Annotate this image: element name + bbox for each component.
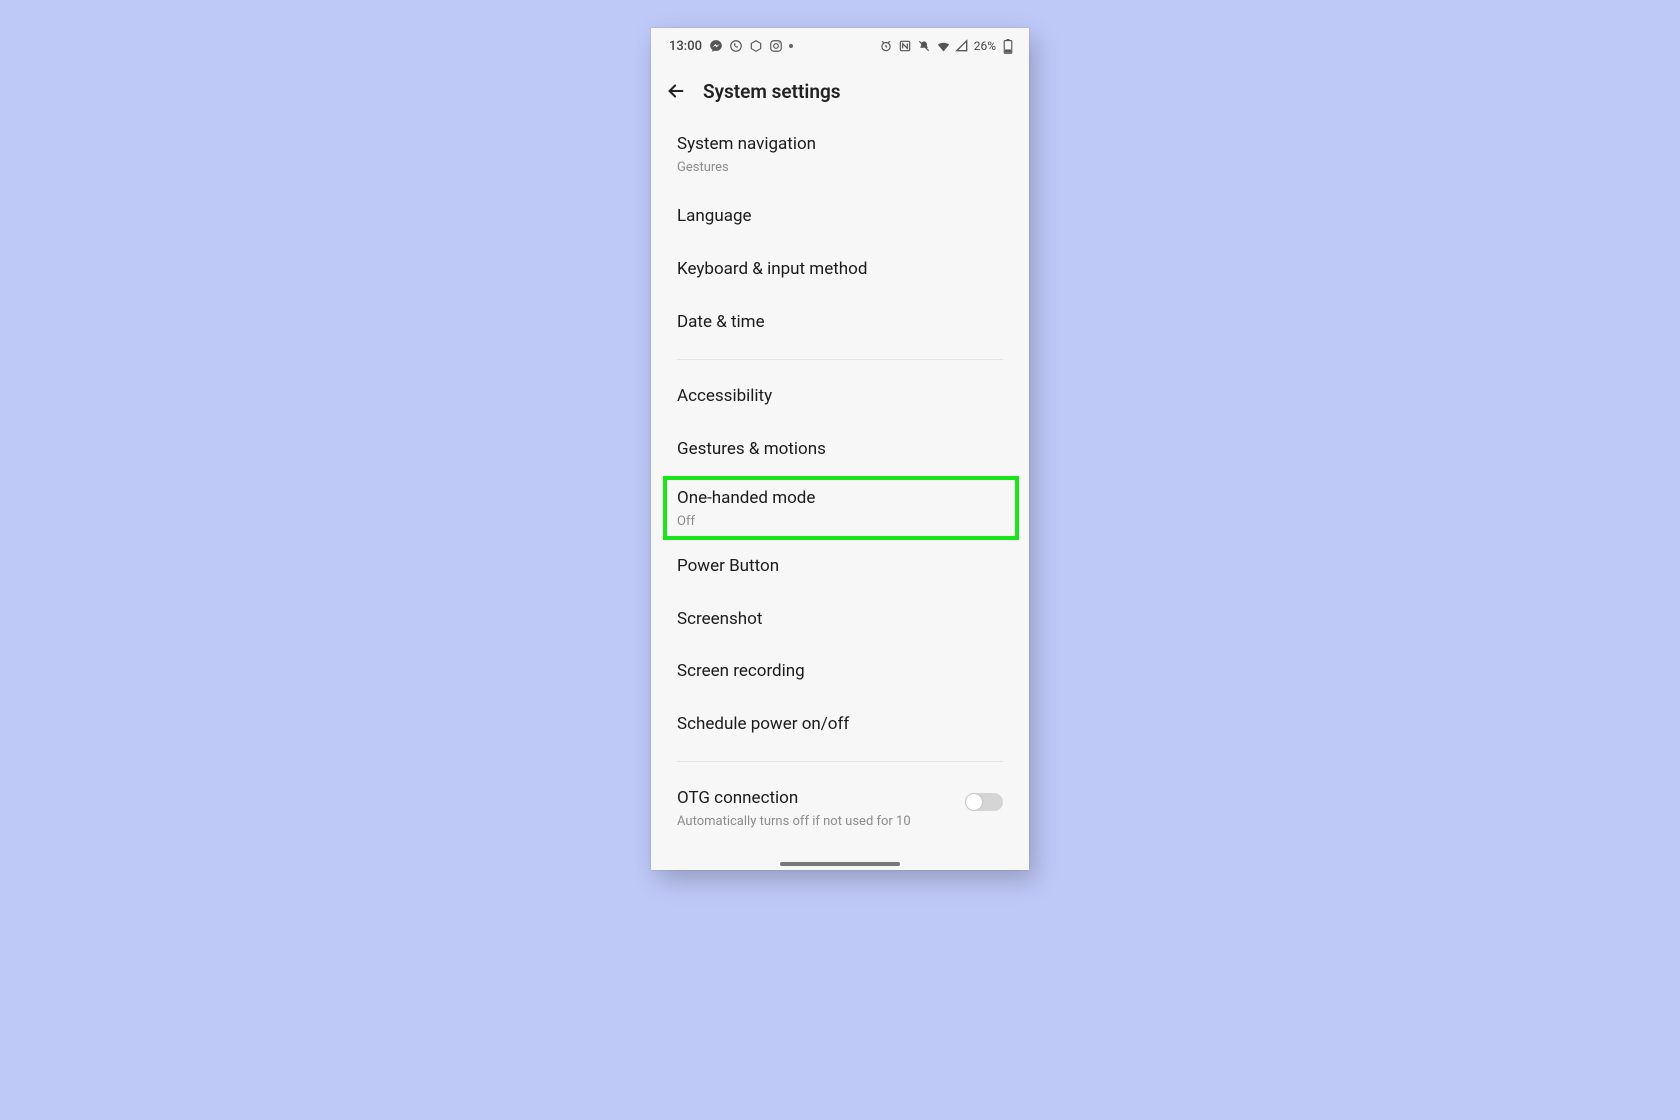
item-schedule-power[interactable]: Schedule power on/off	[651, 698, 1029, 751]
item-title: OTG connection	[677, 787, 953, 810]
item-title: Screenshot	[677, 608, 1003, 631]
item-language[interactable]: Language	[651, 190, 1029, 243]
phone-frame: 13:00	[651, 28, 1029, 870]
item-title: Language	[677, 205, 1003, 228]
item-power-button[interactable]: Power Button	[651, 540, 1029, 593]
alarm-icon	[879, 39, 894, 54]
status-left: 13:00	[669, 39, 793, 54]
item-keyboard[interactable]: Keyboard & input method	[651, 243, 1029, 296]
battery-icon	[1000, 39, 1015, 54]
item-title: Power Button	[677, 555, 1003, 578]
item-subtitle: Automatically turns off if not used for …	[677, 814, 953, 829]
item-system-navigation[interactable]: System navigation Gestures	[651, 118, 1029, 190]
settings-list: System navigation Gestures Language Keyb…	[651, 118, 1029, 844]
item-screen-recording[interactable]: Screen recording	[651, 645, 1029, 698]
item-accessibility[interactable]: Accessibility	[651, 370, 1029, 423]
status-right: 26%	[879, 39, 1015, 54]
item-title: Schedule power on/off	[677, 713, 1003, 736]
item-title: Keyboard & input method	[677, 258, 1003, 281]
item-title: System navigation	[677, 133, 1003, 156]
arrow-left-icon	[665, 80, 687, 102]
divider	[677, 359, 1003, 360]
more-dot-icon	[789, 44, 793, 48]
item-subtitle: Off	[677, 514, 1005, 529]
status-time: 13:00	[669, 39, 702, 54]
item-title: Date & time	[677, 311, 1003, 334]
nfc-icon	[898, 39, 913, 54]
item-screenshot[interactable]: Screenshot	[651, 593, 1029, 646]
item-gestures-motions[interactable]: Gestures & motions	[651, 423, 1029, 476]
back-button[interactable]	[663, 78, 689, 104]
signal-icon	[955, 39, 970, 54]
whatsapp-icon	[729, 39, 744, 54]
item-title: Accessibility	[677, 385, 1003, 408]
page-title: System settings	[703, 80, 841, 103]
instagram-icon	[769, 39, 784, 54]
status-bar: 13:00	[651, 28, 1029, 64]
header: System settings	[651, 64, 1029, 118]
cube-icon	[749, 39, 764, 54]
item-otg-connection[interactable]: OTG connection Automatically turns off i…	[651, 772, 1029, 844]
gesture-bar	[780, 862, 900, 866]
item-title: Screen recording	[677, 660, 1003, 683]
divider	[677, 761, 1003, 762]
item-one-handed-mode[interactable]: One-handed mode Off	[663, 476, 1019, 540]
messenger-icon	[709, 39, 724, 54]
otg-toggle[interactable]	[965, 793, 1003, 811]
item-subtitle: Gestures	[677, 160, 1003, 175]
item-title: Gestures & motions	[677, 438, 1003, 461]
item-date-time[interactable]: Date & time	[651, 296, 1029, 349]
item-title: One-handed mode	[677, 487, 1005, 510]
mute-icon	[917, 39, 932, 54]
battery-text: 26%	[974, 39, 996, 53]
wifi-icon	[936, 39, 951, 54]
